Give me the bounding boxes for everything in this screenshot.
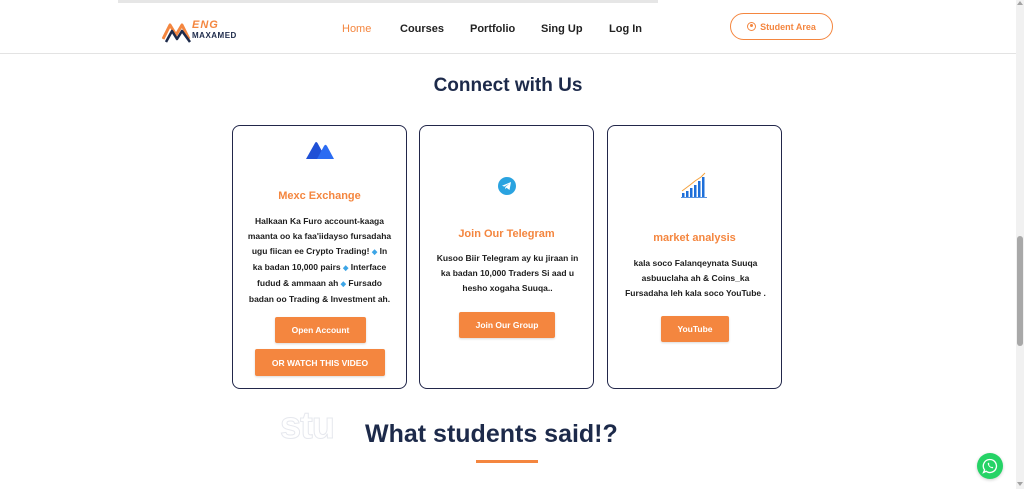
card-mexc: Mexc Exchange Halkaan Ka Furo account-ka… [232, 125, 407, 389]
card-description: Halkaan Ka Furo account-kaaga maanta oo … [247, 216, 392, 304]
testimonials-heading: What students said!? [365, 420, 618, 448]
card-title: Join Our Telegram [458, 228, 555, 240]
logo-mark-icon [162, 23, 192, 43]
whatsapp-chat-button[interactable] [977, 453, 1003, 479]
scrollbar-thumb[interactable] [1017, 236, 1023, 346]
growth-chart-icon [681, 172, 707, 198]
card-market-analysis: market analysis kala soco Falanqeynata S… [607, 125, 782, 389]
student-area-button[interactable]: Student Area [730, 13, 833, 40]
nav-sign-up[interactable]: Sing Up [541, 23, 583, 35]
heading-underline [476, 460, 538, 463]
scroll-down-arrow-icon[interactable] [1017, 482, 1023, 486]
page-scrollbar[interactable] [1016, 0, 1024, 489]
diamond-icon: ◆ [340, 281, 347, 288]
nav-log-in[interactable]: Log In [609, 23, 642, 35]
user-circle-icon [747, 22, 757, 31]
nav-home[interactable]: Home [342, 23, 371, 35]
nav-courses[interactable]: Courses [400, 23, 444, 35]
join-group-button[interactable]: Join Our Group [459, 312, 555, 338]
card-title: market analysis [653, 232, 736, 244]
connect-heading: Connect with Us [433, 75, 583, 96]
watch-video-button[interactable]: OR WATCH THIS VIDEO [255, 349, 385, 376]
card-description: Kusoo Biir Telegram ay ku jiraan in ka b… [436, 253, 579, 293]
scroll-up-arrow-icon[interactable] [1017, 1, 1023, 5]
ghost-background-text: stu [280, 405, 336, 448]
student-area-label: Student Area [760, 21, 816, 32]
open-account-button[interactable]: Open Account [275, 317, 366, 343]
card-telegram: Join Our Telegram Kusoo Biir Telegram ay… [419, 125, 594, 389]
top-divider [118, 0, 658, 3]
diamond-icon: ◆ [343, 265, 349, 272]
card-description: kala soco Falanqeynata Suuqa asbuuclaha … [625, 258, 766, 298]
navbar: ENG MAXAMED Home Courses Portfolio Sing … [0, 6, 1016, 54]
diamond-icon: ◆ [371, 249, 378, 256]
logo-text-top: ENG [192, 19, 219, 31]
whatsapp-icon [982, 458, 998, 474]
logo-text-bottom: MAXAMED [192, 31, 237, 40]
brand-logo[interactable]: ENG MAXAMED [162, 19, 252, 45]
telegram-icon [498, 177, 516, 195]
youtube-button[interactable]: YouTube [661, 316, 729, 342]
nav-portfolio[interactable]: Portfolio [470, 23, 515, 35]
mexc-logo-icon [306, 142, 334, 159]
card-title: Mexc Exchange [278, 190, 361, 202]
